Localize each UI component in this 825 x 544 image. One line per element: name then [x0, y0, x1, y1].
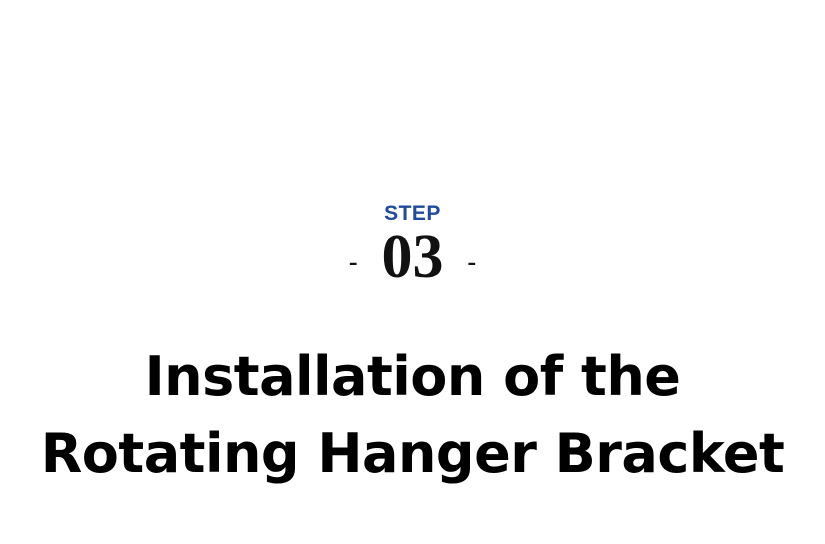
heading-line-2: Rotating Hanger Bracket — [40, 422, 785, 485]
step-dash-left: - — [348, 247, 358, 276]
heading-line-1: Installation of the — [144, 345, 681, 408]
step-heading: Installation of the Rotating Hanger Brac… — [0, 338, 825, 492]
step-page: STEP - 03 - Installation of the Rotating… — [0, 0, 825, 544]
step-number-row: - 03 - — [0, 222, 825, 292]
step-dash-right: - — [467, 247, 477, 276]
step-number: 03 — [381, 223, 444, 291]
